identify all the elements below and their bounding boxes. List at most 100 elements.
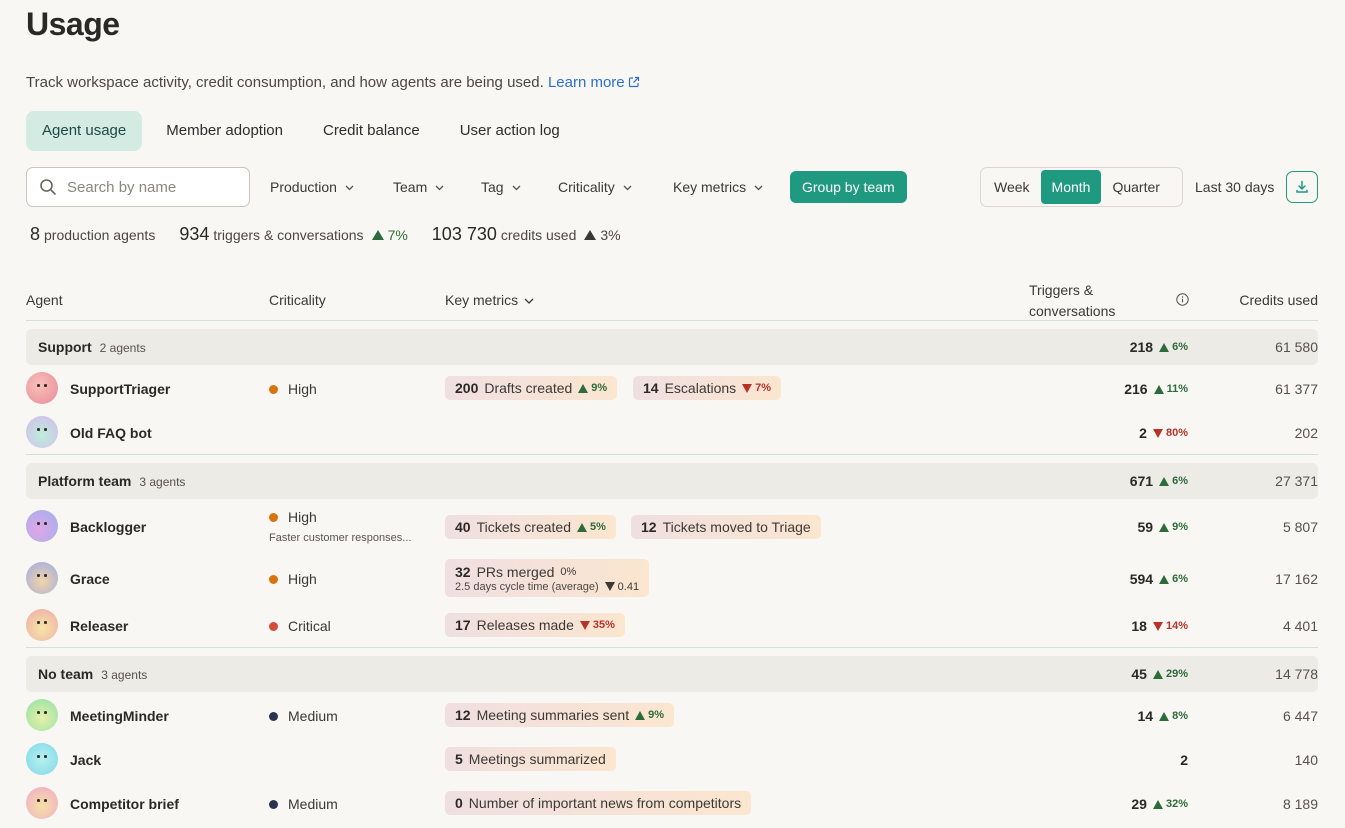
agent-triggers: 14 8% <box>1138 708 1188 724</box>
metric-badge: 12 Meeting summaries sent 9% <box>445 703 674 727</box>
table-row[interactable]: Backlogger High Faster customer response… <box>26 509 1318 544</box>
criticality-dot <box>269 711 278 721</box>
agent-triggers: 594 6% <box>1130 571 1188 587</box>
learn-more-link[interactable]: Learn more <box>548 74 640 91</box>
metric-value: 40 <box>455 519 471 535</box>
group-row-support[interactable]: Support 2 agents 218 6% 61 580 <box>26 329 1318 365</box>
subtitle-text: Track workspace activity, credit consump… <box>26 74 544 91</box>
group-triggers-change: 6% <box>1159 475 1188 487</box>
metric-badge: 17 Releases made 35% <box>445 613 625 637</box>
agent-name[interactable]: Old FAQ bot <box>70 425 152 441</box>
group-row-platform-team[interactable]: Platform team 3 agents 671 6% 27 371 <box>26 463 1318 499</box>
date-range[interactable]: Last 30 days <box>1195 167 1274 207</box>
agent-name[interactable]: Releaser <box>70 618 128 634</box>
download-button[interactable] <box>1286 171 1318 203</box>
criticality-dot <box>269 799 278 809</box>
metric-value: 32 <box>455 563 471 580</box>
up-arrow-icon <box>1159 342 1170 352</box>
team-filter[interactable]: Team <box>393 167 444 207</box>
tab-member-adoption[interactable]: Member adoption <box>150 111 299 151</box>
group-triggers-change: 29% <box>1152 668 1188 680</box>
agent-name[interactable]: Competitor brief <box>70 796 179 812</box>
agent-triggers-value: 2 <box>1180 752 1188 768</box>
tag-filter[interactable]: Tag <box>481 167 521 207</box>
triggers-count: 934 <box>179 224 210 244</box>
info-icon[interactable] <box>1176 293 1189 309</box>
group-agent-count: 2 agents <box>99 341 146 355</box>
group-triggers-change-value: 6% <box>1172 341 1188 353</box>
credits-label: credits used <box>500 227 577 243</box>
criticality: High <box>269 381 317 397</box>
download-icon <box>1296 180 1308 193</box>
agent-credits: 202 <box>1294 425 1318 441</box>
agent-name[interactable]: MeetingMinder <box>70 708 169 724</box>
criticality-dot <box>269 574 278 584</box>
criticality: Medium <box>269 708 338 724</box>
period-month[interactable]: Month <box>1040 170 1102 204</box>
agent-triggers-change: 11% <box>1153 383 1188 395</box>
period-week[interactable]: Week <box>983 170 1041 204</box>
agents-count: 8 <box>30 224 41 244</box>
table-row[interactable]: MeetingMinder Medium 12 Meeting summaries… <box>26 699 1318 733</box>
criticality-label: Critical <box>288 618 331 634</box>
credits-count: 103 730 <box>431 224 497 244</box>
metric-sub-label: 2.5 days cycle time (average) <box>455 580 599 593</box>
criticality-dot <box>269 384 278 394</box>
triggers-change: 7% <box>371 227 408 243</box>
tab-user-action-log[interactable]: User action log <box>444 111 576 151</box>
criticality-label: High <box>288 571 317 587</box>
criticality-filter[interactable]: Criticality <box>558 167 632 207</box>
agent-name[interactable]: Backlogger <box>70 519 146 535</box>
metric-value: 17 <box>455 617 471 633</box>
group-triggers-change-value: 29% <box>1165 668 1188 680</box>
search-input[interactable] <box>67 178 227 196</box>
table-row[interactable]: SupportTriager High 200 Drafts created 9% … <box>26 372 1318 406</box>
agent-name[interactable]: Jack <box>70 752 101 768</box>
criticality-filter-label: Criticality <box>558 179 615 195</box>
metric-label: Meeting summaries sent <box>476 707 630 723</box>
agent-credits: 17 162 <box>1275 571 1318 587</box>
table-row[interactable]: Competitor brief Medium 0 Number of impor… <box>26 787 1318 821</box>
row-divider <box>26 454 1318 455</box>
group-by-team-button[interactable]: Group by team <box>790 171 907 203</box>
tag-filter-label: Tag <box>481 179 504 195</box>
metric-change: 9% <box>635 709 664 721</box>
header-key-metrics[interactable]: Key metrics <box>445 292 534 308</box>
group-name: No team 3 agents <box>38 666 147 682</box>
table-row[interactable]: Grace High 32 PRs merged 0% 2.5 days cycle… <box>26 559 1318 599</box>
metric-label: Number of important news from competitor… <box>468 795 742 811</box>
search-box[interactable] <box>26 167 250 207</box>
tab-agent-usage[interactable]: Agent usage <box>26 111 143 151</box>
filter-bar: Production Team Tag Criticality Key metr… <box>26 167 1318 207</box>
table-row[interactable]: Releaser Critical 17 Releases made 35% 18 1… <box>26 609 1318 643</box>
agent-triggers-value: 59 <box>1137 519 1154 535</box>
group-row-no-team[interactable]: No team 3 agents 45 29% 14 778 <box>26 656 1318 692</box>
agent-triggers-change-value: 80% <box>1165 427 1188 439</box>
criticality-label: Medium <box>288 708 338 724</box>
agent-triggers-value: 29 <box>1131 796 1147 812</box>
agent-name[interactable]: SupportTriager <box>70 381 170 397</box>
key-metrics-filter[interactable]: Key metrics <box>673 167 763 207</box>
metric-label: PRs merged <box>476 563 555 580</box>
metric-label: Drafts created <box>484 380 573 396</box>
production-filter[interactable]: Production <box>270 167 354 207</box>
metric-badge: 5 Meetings summarized <box>445 747 616 771</box>
metric-value: 12 <box>641 519 657 535</box>
agent-triggers-change: 32% <box>1152 798 1188 810</box>
metric-badge: 40 Tickets created 5% <box>445 515 616 539</box>
tab-credit-balance[interactable]: Credit balance <box>307 111 436 151</box>
table-row[interactable]: Old FAQ bot 2 80% 202 <box>26 416 1318 450</box>
header-key-metrics-label: Key metrics <box>445 292 519 308</box>
agent-credits: 6 447 <box>1282 708 1318 724</box>
criticality: Medium <box>269 796 338 812</box>
group-agent-count: 3 agents <box>139 475 186 489</box>
metric-label: Escalations <box>664 380 737 396</box>
table-row[interactable]: Jack 5 Meetings summarized 2 140 <box>26 743 1318 777</box>
agent-triggers-change-value: 8% <box>1172 710 1188 722</box>
period-quarter[interactable]: Quarter <box>1101 170 1170 204</box>
up-arrow-icon <box>1159 522 1170 532</box>
header-credits: Credits used <box>1239 292 1318 308</box>
agent-triggers-change: 9% <box>1159 521 1188 533</box>
production-filter-label: Production <box>270 179 337 195</box>
agent-name[interactable]: Grace <box>70 571 110 587</box>
